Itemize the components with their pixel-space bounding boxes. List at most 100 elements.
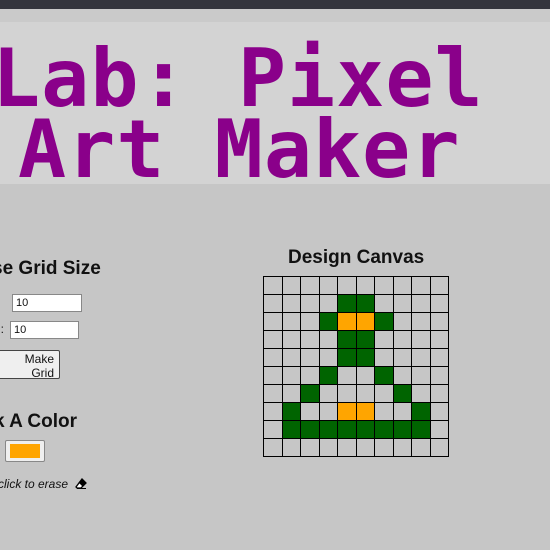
- canvas-cell[interactable]: [355, 366, 375, 385]
- canvas-cell[interactable]: [337, 348, 357, 367]
- canvas-cell[interactable]: [281, 384, 301, 403]
- canvas-cell[interactable]: [374, 348, 394, 367]
- grid-height-input[interactable]: [12, 294, 82, 312]
- canvas-cell[interactable]: [300, 384, 320, 403]
- canvas-cell[interactable]: [411, 366, 431, 385]
- canvas-cell[interactable]: [392, 384, 412, 403]
- canvas-cell[interactable]: [374, 330, 394, 349]
- canvas-cell[interactable]: [392, 402, 412, 421]
- canvas-cell[interactable]: [411, 438, 431, 457]
- canvas-cell[interactable]: [429, 366, 449, 385]
- canvas-cell[interactable]: [263, 330, 283, 349]
- canvas-cell[interactable]: [429, 384, 449, 403]
- canvas-cell[interactable]: [318, 294, 338, 313]
- canvas-cell[interactable]: [392, 312, 412, 331]
- canvas-cell[interactable]: [263, 312, 283, 331]
- canvas-cell[interactable]: [318, 330, 338, 349]
- canvas-cell[interactable]: [392, 420, 412, 439]
- canvas-cell[interactable]: [411, 420, 431, 439]
- canvas-cell[interactable]: [411, 312, 431, 331]
- canvas-cell[interactable]: [337, 330, 357, 349]
- canvas-cell[interactable]: [337, 420, 357, 439]
- canvas-cell[interactable]: [355, 276, 375, 295]
- canvas-cell[interactable]: [355, 420, 375, 439]
- canvas-cell[interactable]: [318, 402, 338, 421]
- canvas-cell[interactable]: [300, 312, 320, 331]
- canvas-cell[interactable]: [263, 420, 283, 439]
- canvas-cell[interactable]: [429, 276, 449, 295]
- canvas-cell[interactable]: [337, 384, 357, 403]
- canvas-cell[interactable]: [300, 402, 320, 421]
- canvas-cell[interactable]: [337, 294, 357, 313]
- canvas-cell[interactable]: [374, 384, 394, 403]
- make-grid-button[interactable]: Make Grid: [0, 350, 60, 380]
- canvas-cell[interactable]: [281, 348, 301, 367]
- canvas-cell[interactable]: [429, 312, 449, 331]
- canvas-cell[interactable]: [374, 402, 394, 421]
- canvas-cell[interactable]: [318, 366, 338, 385]
- canvas-cell[interactable]: [318, 312, 338, 331]
- canvas-cell[interactable]: [429, 330, 449, 349]
- canvas-cell[interactable]: [300, 438, 320, 457]
- canvas-cell[interactable]: [263, 294, 283, 313]
- canvas-cell[interactable]: [300, 294, 320, 313]
- canvas-cell[interactable]: [374, 294, 394, 313]
- canvas-cell[interactable]: [318, 276, 338, 295]
- canvas-cell[interactable]: [337, 366, 357, 385]
- canvas-cell[interactable]: [300, 348, 320, 367]
- canvas-cell[interactable]: [300, 420, 320, 439]
- canvas-cell[interactable]: [355, 294, 375, 313]
- color-picker[interactable]: [5, 440, 45, 462]
- canvas-cell[interactable]: [392, 438, 412, 457]
- canvas-cell[interactable]: [337, 276, 357, 295]
- canvas-cell[interactable]: [355, 438, 375, 457]
- canvas-cell[interactable]: [281, 438, 301, 457]
- canvas-cell[interactable]: [355, 330, 375, 349]
- canvas-cell[interactable]: [429, 294, 449, 313]
- canvas-cell[interactable]: [263, 384, 283, 403]
- canvas-cell[interactable]: [318, 384, 338, 403]
- canvas-cell[interactable]: [281, 312, 301, 331]
- canvas-cell[interactable]: [281, 402, 301, 421]
- canvas-cell[interactable]: [411, 402, 431, 421]
- canvas-cell[interactable]: [263, 276, 283, 295]
- canvas-cell[interactable]: [318, 348, 338, 367]
- canvas-cell[interactable]: [411, 330, 431, 349]
- canvas-cell[interactable]: [355, 402, 375, 421]
- canvas-cell[interactable]: [429, 348, 449, 367]
- pixel-canvas[interactable]: [263, 276, 449, 457]
- canvas-cell[interactable]: [411, 276, 431, 295]
- canvas-cell[interactable]: [337, 312, 357, 331]
- canvas-cell[interactable]: [429, 420, 449, 439]
- canvas-cell[interactable]: [263, 402, 283, 421]
- canvas-cell[interactable]: [374, 420, 394, 439]
- canvas-cell[interactable]: [374, 312, 394, 331]
- canvas-cell[interactable]: [392, 366, 412, 385]
- canvas-cell[interactable]: [429, 402, 449, 421]
- canvas-cell[interactable]: [318, 420, 338, 439]
- canvas-cell[interactable]: [318, 438, 338, 457]
- canvas-cell[interactable]: [429, 438, 449, 457]
- canvas-cell[interactable]: [374, 438, 394, 457]
- canvas-cell[interactable]: [411, 294, 431, 313]
- canvas-cell[interactable]: [411, 348, 431, 367]
- canvas-cell[interactable]: [300, 366, 320, 385]
- canvas-cell[interactable]: [374, 276, 394, 295]
- canvas-cell[interactable]: [411, 384, 431, 403]
- canvas-cell[interactable]: [355, 348, 375, 367]
- canvas-cell[interactable]: [263, 348, 283, 367]
- canvas-cell[interactable]: [355, 312, 375, 331]
- canvas-cell[interactable]: [337, 438, 357, 457]
- grid-width-input[interactable]: [10, 321, 79, 339]
- canvas-cell[interactable]: [392, 348, 412, 367]
- canvas-cell[interactable]: [281, 294, 301, 313]
- canvas-cell[interactable]: [263, 438, 283, 457]
- canvas-cell[interactable]: [392, 294, 412, 313]
- canvas-cell[interactable]: [392, 276, 412, 295]
- canvas-cell[interactable]: [281, 330, 301, 349]
- canvas-cell[interactable]: [355, 384, 375, 403]
- canvas-cell[interactable]: [281, 420, 301, 439]
- canvas-cell[interactable]: [281, 276, 301, 295]
- canvas-cell[interactable]: [300, 330, 320, 349]
- canvas-cell[interactable]: [392, 330, 412, 349]
